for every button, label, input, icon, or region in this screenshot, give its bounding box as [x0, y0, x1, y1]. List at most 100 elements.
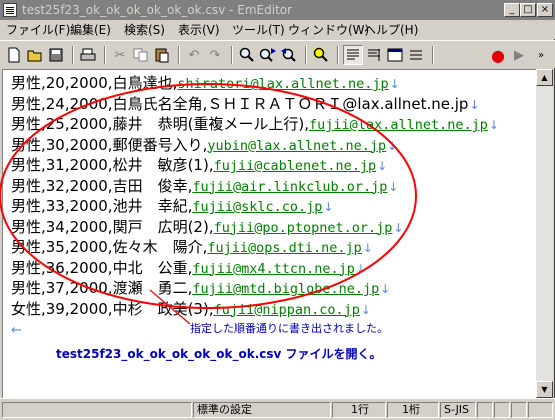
text-line: 男性,35,2000,佐々木 陽介,fujii@ops.dti.ne.jp↓: [11, 237, 499, 258]
clipboard-icon: [155, 48, 169, 63]
word-wrap-button[interactable]: [343, 45, 363, 65]
text-line: 男性,32,2000,吉田 俊幸,fujii@air.linkclub.or.j…: [11, 176, 499, 197]
email-link[interactable]: fujii@nippan.co.jp: [214, 302, 360, 318]
copy-button[interactable]: [131, 45, 151, 65]
newline-mark: ↓: [380, 282, 391, 296]
copy-icon: [133, 48, 148, 62]
menu-edit[interactable]: 編集(E): [70, 22, 111, 38]
status-cell-2: [494, 402, 510, 418]
status-column: 1桁: [387, 402, 439, 418]
annotation-note: 指定した順番通りに書き出されました。: [190, 322, 388, 335]
text-lines-icon: [410, 50, 422, 60]
annotation-caption: test25f23_ok_ok_ok_ok_ok_ok.csv ファイルを開く。: [56, 347, 382, 361]
open-file-button[interactable]: [25, 45, 45, 65]
newline-mark: ↓: [387, 138, 398, 153]
scroll-down-button[interactable]: ▼: [536, 381, 553, 398]
undo-button[interactable]: ↶: [184, 45, 204, 65]
email-link[interactable]: fujii@mx4.ttcn.ne.jp: [192, 261, 355, 277]
email-link[interactable]: fujii@ops.dti.ne.jp: [207, 240, 361, 256]
minimize-button[interactable]: _: [504, 3, 520, 17]
printer-icon: [80, 48, 96, 61]
text-line: 男性,34,2000,関戸 広明(2),fujii@po.ptopnet.or.…: [11, 217, 499, 238]
cut-button[interactable]: ✂: [110, 45, 130, 65]
newline-mark: ↓: [377, 159, 388, 173]
wrap-window-icon: [368, 49, 380, 61]
title-bar[interactable]: test25f23_ok_ok_ok_ok_ok_ok.csv - EmEdit…: [0, 0, 555, 20]
newline-mark: ↓: [389, 77, 400, 91]
line-text: 男性,20,2000,白鳥達也,: [11, 74, 178, 92]
newline-mark: ↓: [355, 261, 366, 276]
find-previous-button[interactable]: [279, 45, 299, 65]
find-button[interactable]: [237, 45, 257, 65]
email-link[interactable]: fujii@lax.allnet.ne.jp: [309, 117, 488, 133]
line-text: 男性,37,2000,渡瀬 勇二,: [11, 279, 193, 297]
scroll-up-button[interactable]: ▲: [536, 69, 553, 86]
emeditor-app-icon[interactable]: [3, 3, 17, 17]
show-marks-button[interactable]: [385, 45, 405, 65]
new-file-button[interactable]: [4, 45, 24, 65]
highlight-button[interactable]: [311, 45, 331, 65]
text-line: 男性,31,2000,松井 敏彦(1),fujii@cablenet.ne.jp…: [11, 155, 499, 176]
play-triangle-icon: ▶: [514, 47, 524, 63]
toolbar-separator: [72, 46, 74, 64]
wrap-window-button[interactable]: [364, 45, 384, 65]
macro-record-button[interactable]: ●: [488, 45, 508, 65]
arrow-down-icon: ▼: [541, 385, 548, 394]
macro-run-button[interactable]: ▶: [509, 45, 529, 65]
line-text: 男性,34,2000,関戸 広明(2),: [11, 217, 214, 236]
vertical-scrollbar[interactable]: ▲ ▼: [536, 69, 553, 398]
find-previous-icon: [281, 48, 296, 62]
email-link[interactable]: fujii@po.ptopnet.or.jp: [214, 220, 393, 236]
status-cell-1: [477, 402, 493, 418]
editor-window: test25f23_ok_ok_ok_ok_ok_ok.csv - EmEdit…: [0, 0, 555, 420]
toolbar-separator: [305, 46, 307, 64]
redo-button[interactable]: ↷: [205, 45, 225, 65]
menu-search[interactable]: 検索(S): [124, 22, 165, 38]
eof-mark: ←: [11, 323, 22, 338]
line-text: 男性,32,2000,吉田 俊幸,: [11, 176, 193, 195]
save-button[interactable]: [46, 45, 66, 65]
menu-bar: ファイル(F) 編集(E) 検索(S) 表示(V) ツール(T) ウィンドウ(W…: [0, 20, 555, 39]
line-text: 男性,33,2000,池井 幸紀,: [11, 197, 193, 215]
text-mode-button[interactable]: [406, 45, 426, 65]
menu-tools[interactable]: ツール(T): [232, 22, 285, 38]
newline-mark: ↓: [469, 97, 480, 112]
text-line: 女性,39,2000,中杉 政美(3),fujii@nippan.co.jp↓: [11, 299, 499, 320]
line-text: 男性,25,2000,藤井 恭明(重複メール上行),: [11, 115, 310, 133]
scissors-icon: ✂: [114, 47, 126, 63]
toolbar-separator: [231, 46, 233, 64]
maximize-button[interactable]: □: [520, 3, 536, 17]
menu-file[interactable]: ファイル(F): [6, 22, 70, 38]
text-line: 男性,24,2000,白鳥氏名全角,ＳＨＩＲＡＴＯＲＩ@lax.allnet.n…: [11, 94, 499, 115]
line-text: 男性,31,2000,松井 敏彦(1),: [11, 156, 214, 174]
email-link[interactable]: fujii@cablenet.ne.jp: [214, 158, 377, 174]
text-line: 男性,33,2000,池井 幸紀,fujii@sklc.co.jp↓: [11, 196, 499, 217]
save-disk-icon: [49, 48, 63, 62]
email-link[interactable]: fujii@sklc.co.jp: [192, 199, 322, 215]
email-link[interactable]: fujii@air.linkclub.or.jp: [192, 179, 387, 195]
email-link[interactable]: yubin@lax.allnet.ne.jp: [207, 138, 386, 154]
find-next-icon: [259, 48, 276, 62]
newline-mark: ↓: [388, 179, 399, 194]
text-line: 男性,25,2000,藤井 恭明(重複メール上行),fujii@lax.alln…: [11, 114, 499, 135]
newline-mark: ↓: [323, 200, 334, 214]
status-mode[interactable]: 標準の設定: [193, 402, 331, 418]
size-grip[interactable]: [528, 402, 553, 418]
email-link[interactable]: shiratori@lax.allnet.ne.jp: [177, 76, 388, 92]
menu-help[interactable]: ヘルプ(H): [364, 22, 418, 38]
print-button[interactable]: [78, 45, 98, 65]
highlight-magnifier-icon: [313, 47, 328, 62]
toolbar-overflow-button[interactable]: »: [531, 45, 551, 65]
redo-icon: ↷: [209, 47, 221, 63]
paste-button[interactable]: [152, 45, 172, 65]
menu-window[interactable]: ウィンドウ(W): [288, 22, 369, 38]
close-button[interactable]: ×: [537, 3, 553, 17]
find-next-button[interactable]: [258, 45, 278, 65]
window-icon: [387, 48, 403, 62]
email-link[interactable]: fujii@mtd.biglobe.ne.jp: [192, 281, 379, 297]
text-line: 男性,37,2000,渡瀬 勇二,fujii@mtd.biglobe.ne.jp…: [11, 278, 499, 299]
text-line: 男性,36,2000,中北 公重,fujii@mx4.ttcn.ne.jp↓: [11, 258, 499, 279]
menu-view[interactable]: 表示(V): [178, 22, 220, 38]
line-text: 女性,39,2000,中杉 政美(3),: [11, 299, 214, 318]
toolbar-separator: [432, 46, 434, 64]
